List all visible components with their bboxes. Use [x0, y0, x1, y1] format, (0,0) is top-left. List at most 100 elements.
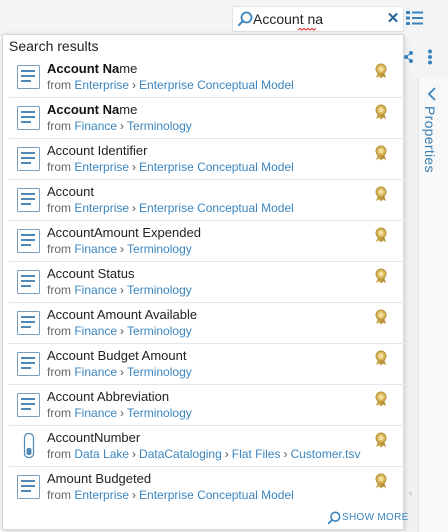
ribbon-badge-icon	[375, 227, 387, 243]
spellcheck-underline	[298, 28, 316, 31]
result-title: Account Name	[47, 102, 137, 117]
path-segment-link[interactable]: Terminology	[127, 242, 192, 256]
path-segment-link[interactable]: Enterprise	[74, 78, 129, 92]
ribbon-badge-icon	[375, 145, 387, 161]
more-options-icon[interactable]	[427, 49, 433, 65]
path-segment-link[interactable]: Finance	[74, 283, 117, 297]
path-separator: ›	[120, 324, 125, 338]
ribbon-badge-icon	[375, 432, 387, 448]
path-segment-link[interactable]: Enterprise Conceptual Model	[139, 201, 294, 215]
path-segment-link[interactable]: DataCataloging	[139, 447, 222, 461]
path-segment-link[interactable]: Enterprise Conceptual Model	[139, 160, 294, 174]
path-segment-link[interactable]: Terminology	[127, 365, 192, 379]
path-segment-link[interactable]: Terminology	[127, 406, 192, 420]
list-view-icon[interactable]	[406, 10, 424, 26]
search-result-item[interactable]: Account Amount Available from Finance › Te…	[9, 303, 405, 344]
search-result-item[interactable]: Account Budget Amount from Finance › Termi…	[9, 344, 405, 385]
ribbon-badge-icon	[375, 104, 387, 120]
path-separator: ›	[132, 201, 137, 215]
result-title: Account	[47, 184, 94, 199]
chevron-left-icon[interactable]	[426, 87, 440, 101]
result-title-rest: Account Budget Amount	[47, 348, 187, 363]
result-path-prefix: from	[47, 447, 71, 461]
path-segment-link[interactable]: Terminology	[127, 119, 192, 133]
result-path: from Finance › Terminology	[47, 324, 192, 338]
search-results-dropdown: Search results Account Name from Enterpr…	[2, 34, 408, 530]
path-segment-link[interactable]: Flat Files	[232, 447, 281, 461]
result-path-prefix: from	[47, 488, 71, 502]
search-result-item[interactable]: Account Status from Finance › Terminology	[9, 262, 405, 303]
path-segment-link[interactable]: Enterprise	[74, 160, 129, 174]
result-path: from Finance › Terminology	[47, 406, 192, 420]
path-segment-link[interactable]: Finance	[74, 242, 117, 256]
path-segment-link[interactable]: Enterprise	[74, 201, 129, 215]
result-path: from Finance › Terminology	[47, 242, 192, 256]
path-segment-link[interactable]: Customer.tsv	[290, 447, 360, 461]
search-result-item[interactable]: Amount Budgeted from Enterprise › Enterpri…	[9, 467, 405, 508]
path-separator: ›	[132, 447, 137, 461]
search-input[interactable]	[253, 9, 381, 29]
share-icon[interactable]	[404, 50, 414, 64]
collapse-handle-icon[interactable]: ‹	[409, 488, 415, 500]
result-title-match: Account Na	[47, 102, 120, 117]
result-title: Account Name	[47, 61, 137, 76]
result-path-prefix: from	[47, 119, 71, 133]
result-title: AccountAmount Expended	[47, 225, 201, 240]
path-separator: ›	[120, 119, 125, 133]
search-result-item[interactable]: Account Name from Finance › Terminology	[9, 98, 405, 139]
path-segment-link[interactable]: Data Lake	[74, 447, 129, 461]
result-title-rest: Account Status	[47, 266, 135, 281]
path-segment-link[interactable]: Terminology	[127, 283, 192, 297]
term-icon	[17, 105, 41, 131]
column-icon	[17, 432, 41, 459]
show-more-label: SHOW MORE	[342, 512, 409, 523]
result-title: Account Budget Amount	[47, 348, 186, 363]
result-title: Account Identifier	[47, 143, 147, 158]
ribbon-badge-icon	[375, 268, 387, 284]
path-segment-link[interactable]: Finance	[74, 406, 117, 420]
result-title-rest: me	[119, 102, 138, 117]
result-title-rest: AccountAmount Expended	[47, 225, 201, 240]
search-result-item[interactable]: Account Abbreviation from Finance › Termin…	[9, 385, 405, 426]
term-icon	[17, 187, 41, 213]
path-separator: ›	[120, 365, 125, 379]
path-segment-link[interactable]: Finance	[74, 119, 117, 133]
result-title: Account Amount Available	[47, 307, 197, 322]
term-icon	[17, 474, 41, 500]
result-path-prefix: from	[47, 201, 71, 215]
search-result-item[interactable]: Account Name from Enterprise › Enterprise …	[9, 57, 405, 98]
path-segment-link[interactable]: Enterprise Conceptual Model	[139, 78, 294, 92]
clear-search-button[interactable]: ✕	[386, 9, 400, 29]
result-path-prefix: from	[47, 324, 71, 338]
result-path: from Finance › Terminology	[47, 365, 192, 379]
result-path-prefix: from	[47, 160, 71, 174]
result-title-rest: AccountNumber	[47, 430, 141, 445]
path-segment-link[interactable]: Finance	[74, 365, 117, 379]
path-segment-link[interactable]: Enterprise Conceptual Model	[139, 488, 294, 502]
search-result-item[interactable]: AccountAmount Expended from Finance › Term…	[9, 221, 405, 262]
path-segment-link[interactable]: Enterprise	[74, 488, 129, 502]
search-box[interactable]	[232, 6, 404, 32]
result-path: from Data Lake › DataCataloging › Flat Files…	[47, 447, 361, 461]
result-title-rest: Amount Budgeted	[47, 471, 152, 486]
path-separator: ›	[120, 283, 125, 297]
result-title: AccountNumber	[47, 430, 140, 445]
ribbon-badge-icon	[375, 350, 387, 366]
search-result-item[interactable]: Account from Enterprise › Enterprise Conce…	[9, 180, 405, 221]
path-segment-link[interactable]: Terminology	[127, 324, 192, 338]
properties-tab[interactable]: Properties	[422, 106, 444, 186]
term-icon	[17, 310, 41, 336]
term-icon	[17, 146, 41, 172]
term-icon	[17, 269, 41, 295]
ribbon-badge-icon	[375, 473, 387, 489]
result-path: from Enterprise › Enterprise Conceptual Mo…	[47, 201, 294, 215]
path-separator: ›	[132, 488, 137, 502]
path-separator: ›	[120, 242, 125, 256]
path-segment-link[interactable]: Finance	[74, 324, 117, 338]
path-separator: ›	[120, 406, 125, 420]
term-icon	[17, 351, 41, 377]
result-path: from Finance › Terminology	[47, 283, 192, 297]
search-result-item[interactable]: AccountNumber from Data Lake › DataCatalog…	[9, 426, 405, 467]
result-title: Account Abbreviation	[47, 389, 169, 404]
search-result-item[interactable]: Account Identifier from Enterprise › Enter…	[9, 139, 405, 180]
